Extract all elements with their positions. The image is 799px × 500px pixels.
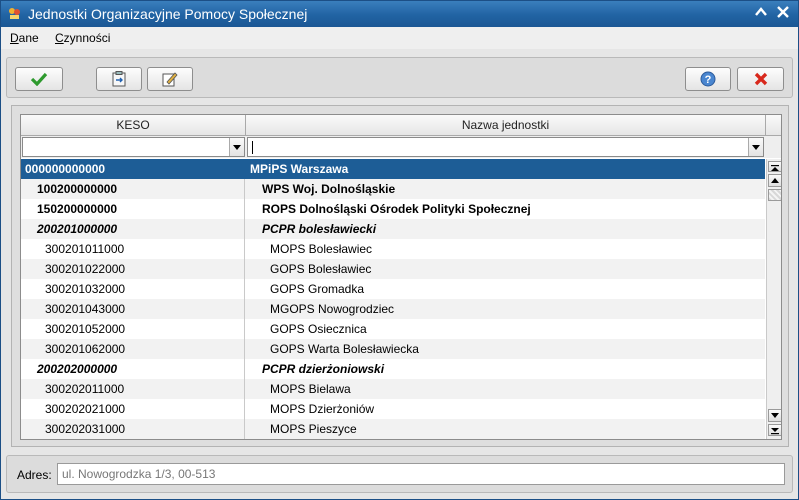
text-caret	[252, 141, 253, 154]
name-cell: GOPS Warta Bolesławiecka	[270, 342, 419, 356]
scroll-up-button[interactable]	[768, 174, 781, 187]
grid-rows: 000000000000 MPiPS Warszawa 100200000000 WP…	[21, 159, 765, 439]
name-cell: GOPS Gromadka	[270, 282, 365, 296]
menu-dane[interactable]: Dane	[10, 31, 39, 45]
name-cell: ROPS Dolnośląski Ośrodek Polityki Społec…	[262, 202, 531, 216]
table-row[interactable]: 300201011000 MOPS Bolesławiec	[21, 239, 765, 259]
red-x-icon	[754, 72, 767, 86]
table-row[interactable]: 300202031000 MOPS Pieszyce	[21, 419, 765, 439]
keso-cell: 100200000000	[21, 179, 245, 199]
column-header-name[interactable]: Nazwa jednostki	[246, 115, 766, 136]
table-row[interactable]: 300201052000 GOPS Osiecznica	[21, 319, 765, 339]
name-cell: GOPS Bolesławiec	[270, 262, 372, 276]
window-title: Jednostki Organizacyjne Pomocy Społeczne…	[28, 6, 308, 22]
header-corner	[766, 115, 781, 136]
table-row[interactable]: 200201000000 PCPR bolesławiecki	[21, 219, 765, 239]
keso-cell: 200202000000	[21, 359, 245, 379]
address-label: Adres:	[17, 468, 52, 482]
keso-cell: 300201032000	[21, 279, 245, 299]
table-row[interactable]: 300201032000 GOPS Gromadka	[21, 279, 765, 299]
table-row[interactable]: 200202000000 PCPR dzierżoniowski	[21, 359, 765, 379]
toolbar: ?	[6, 57, 793, 98]
scroll-top-button[interactable]	[768, 161, 781, 172]
help-button[interactable]: ?	[685, 67, 731, 91]
edit-icon	[162, 72, 178, 87]
menu-bar: Dane Czynności	[1, 27, 798, 49]
accept-button[interactable]	[15, 67, 63, 91]
svg-text:?: ?	[705, 74, 712, 86]
table-row[interactable]: 300202011000 MOPS Bielawa	[21, 379, 765, 399]
scroll-down-button[interactable]	[768, 409, 781, 422]
name-cell: MOPS Bolesławiec	[270, 242, 373, 256]
keso-cell: 200201000000	[21, 219, 245, 239]
scroll-bottom-button[interactable]	[768, 424, 781, 436]
clipboard-arrow-icon	[112, 71, 126, 87]
name-cell: MOPS Dzierżoniów	[270, 402, 375, 416]
vertical-scrollbar[interactable]	[766, 159, 781, 439]
checkmark-icon	[30, 72, 48, 86]
chevron-down-icon[interactable]	[748, 138, 763, 156]
name-cell: MOPS Pieszyce	[270, 422, 357, 436]
filter-row	[21, 136, 781, 158]
collapse-icon[interactable]	[752, 5, 770, 23]
scroll-thumb[interactable]	[768, 189, 781, 201]
cancel-button[interactable]	[737, 67, 784, 91]
keso-cell: 300201011000	[21, 239, 245, 259]
name-cell: WPS Woj. Dolnośląskie	[262, 182, 396, 196]
keso-cell: 300201043000	[21, 299, 245, 319]
keso-cell: 300201062000	[21, 339, 245, 359]
name-cell: MGOPS Nowogrodziec	[270, 302, 395, 316]
name-cell: GOPS Osiecznica	[270, 322, 367, 336]
table-row[interactable]: 300201062000 GOPS Warta Bolesławiecka	[21, 339, 765, 359]
name-cell: PCPR bolesławiecki	[262, 222, 377, 236]
units-grid: KESO Nazwa jednostki 000000000000 MPiPS W…	[20, 114, 782, 440]
app-icon	[9, 8, 20, 19]
table-row[interactable]: 300201022000 GOPS Bolesławiec	[21, 259, 765, 279]
name-cell: MOPS Bielawa	[270, 382, 351, 396]
menu-czynnosci[interactable]: Czynności	[55, 31, 110, 45]
table-row[interactable]: 100200000000 WPS Woj. Dolnośląskie	[21, 179, 765, 199]
keso-cell: 300202011000	[21, 379, 245, 399]
keso-cell: 300202021000	[21, 399, 245, 419]
table-row[interactable]: 150200000000 ROPS Dolnośląski Ośrodek Pol…	[21, 199, 765, 219]
address-bar: Adres: ul. Nowogrodzka 1/3, 00-513	[6, 455, 793, 493]
close-icon[interactable]	[774, 5, 792, 23]
keso-cell: 150200000000	[21, 199, 245, 219]
import-button[interactable]	[96, 67, 142, 91]
name-filter[interactable]	[247, 137, 764, 157]
table-row[interactable]: 300202021000 MOPS Dzierżoniów	[21, 399, 765, 419]
edit-button[interactable]	[147, 67, 193, 91]
grid-header: KESO Nazwa jednostki	[21, 115, 781, 136]
keso-cell: 000000000000	[21, 159, 245, 179]
main-window: Jednostki Organizacyjne Pomocy Społeczne…	[0, 0, 799, 500]
name-cell: MPiPS Warszawa	[250, 162, 349, 176]
name-cell: PCPR dzierżoniowski	[262, 362, 385, 376]
help-icon: ?	[700, 71, 716, 87]
column-header-keso[interactable]: KESO	[21, 115, 246, 136]
keso-cell: 300201022000	[21, 259, 245, 279]
keso-filter[interactable]	[22, 137, 245, 157]
table-row[interactable]: 300201043000 MGOPS Nowogrodziec	[21, 299, 765, 319]
address-field[interactable]: ul. Nowogrodzka 1/3, 00-513	[57, 463, 785, 485]
keso-cell: 300201052000	[21, 319, 245, 339]
chevron-down-icon[interactable]	[229, 138, 244, 156]
table-row[interactable]: 000000000000 MPiPS Warszawa	[21, 159, 765, 179]
keso-cell: 300202031000	[21, 419, 245, 439]
title-bar[interactable]: Jednostki Organizacyjne Pomocy Społeczne…	[1, 1, 798, 27]
